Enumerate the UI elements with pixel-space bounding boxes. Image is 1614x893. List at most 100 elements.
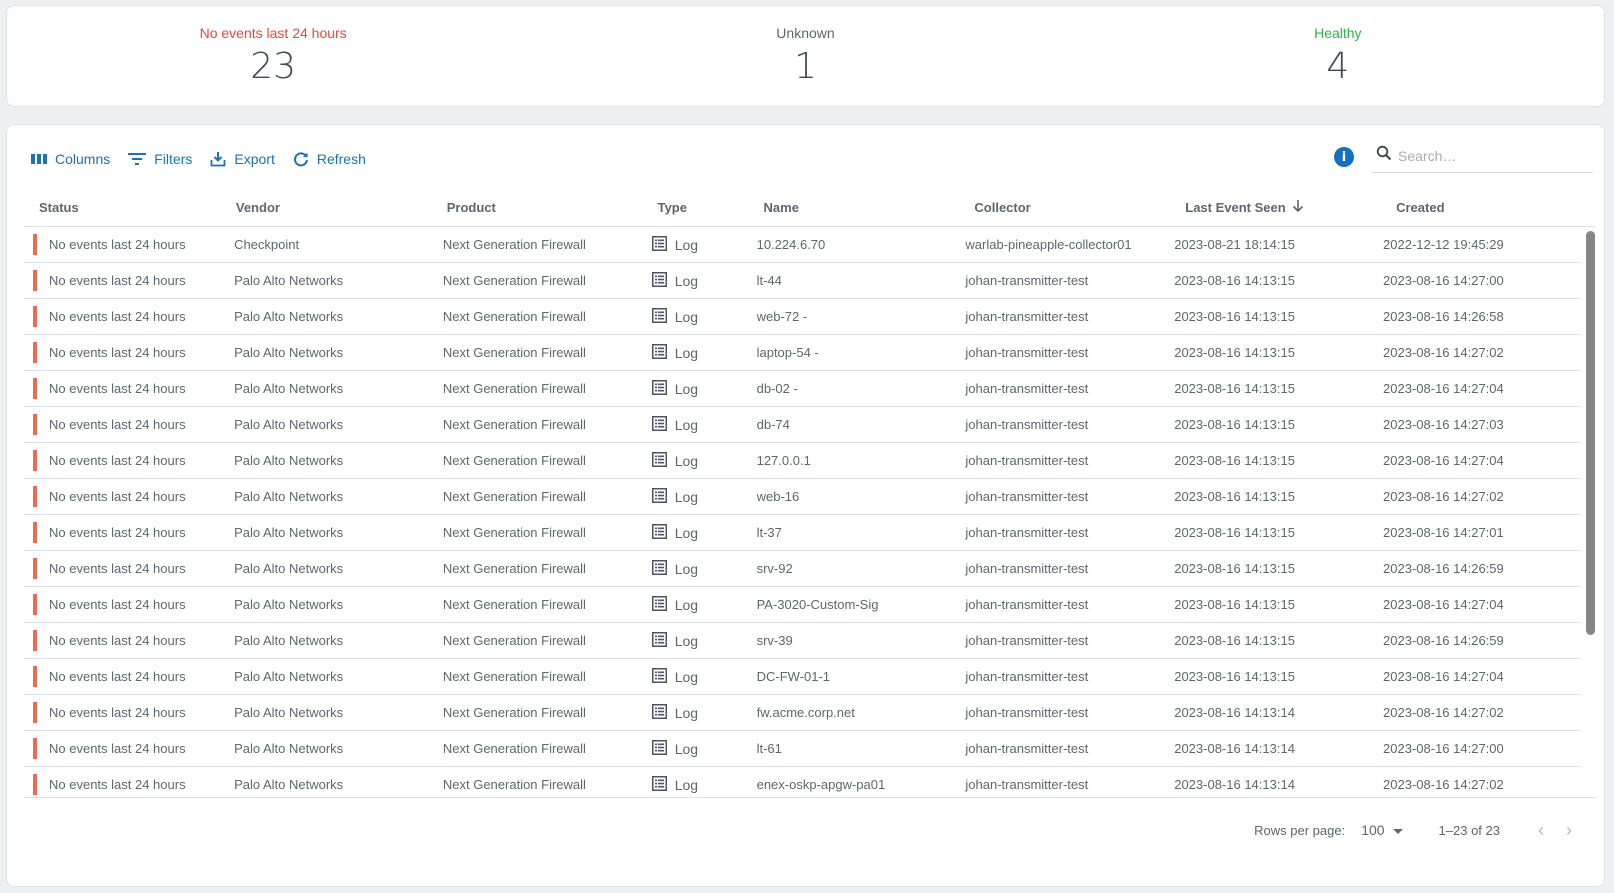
cell-product: Next Generation Firewall	[442, 381, 586, 396]
cell-collector: johan-transmitter-test	[965, 417, 1089, 432]
table-row[interactable]: No events last 24 hours Palo Alto Network…	[24, 479, 1581, 515]
stat-unknown[interactable]: Unknown 1	[539, 6, 1071, 106]
status-indicator	[33, 342, 37, 363]
filters-button[interactable]: Filters	[128, 151, 192, 167]
table-row[interactable]: No events last 24 hours Palo Alto Network…	[24, 407, 1581, 443]
cell-status: No events last 24 hours	[49, 345, 186, 360]
cell-created: 2023-08-16 14:27:04	[1383, 669, 1504, 684]
type-label: Log	[674, 236, 699, 253]
search-field[interactable]	[1372, 139, 1593, 173]
cell-product: Next Generation Firewall	[442, 597, 586, 612]
table-row[interactable]: No events last 24 hours Palo Alto Network…	[24, 515, 1581, 551]
table-row[interactable]: No events last 24 hours Palo Alto Network…	[24, 299, 1581, 335]
table-row[interactable]: No events last 24 hours Palo Alto Network…	[24, 731, 1581, 767]
cell-status: No events last 24 hours	[49, 417, 186, 432]
info-icon[interactable]: i	[1334, 147, 1354, 167]
status-indicator	[33, 306, 37, 327]
refresh-label: Refresh	[316, 151, 366, 167]
type-label: Log	[674, 416, 699, 433]
type-label: Log	[674, 524, 699, 541]
table-row[interactable]: No events last 24 hours Palo Alto Network…	[24, 623, 1581, 659]
type-label: Log	[674, 380, 699, 397]
stat-no-events[interactable]: No events last 24 hours 23	[7, 6, 539, 106]
caret-down-icon	[1392, 822, 1403, 838]
column-header-product[interactable]: Product	[447, 200, 658, 215]
log-icon	[651, 415, 667, 434]
cell-created: 2023-08-16 14:27:04	[1383, 381, 1504, 396]
column-header-status[interactable]: Status	[24, 200, 236, 215]
vertical-scrollbar[interactable]	[1586, 231, 1595, 635]
column-header-label: Status	[39, 200, 79, 215]
previous-page-button[interactable]: ‹	[1538, 820, 1544, 841]
cell-status: No events last 24 hours	[49, 669, 186, 684]
table-row[interactable]: No events last 24 hours Checkpoint Next Ge…	[24, 227, 1581, 263]
cell-collector: johan-transmitter-test	[965, 525, 1089, 540]
cell-status: No events last 24 hours	[49, 237, 186, 252]
table-row[interactable]: No events last 24 hours Palo Alto Network…	[24, 263, 1581, 299]
cell-last-event-seen: 2023-08-16 14:13:15	[1174, 345, 1295, 360]
cell-collector: johan-transmitter-test	[965, 669, 1089, 684]
cell-collector: johan-transmitter-test	[965, 561, 1089, 576]
pagination: Rows per page: 100 1–23 of 23 ‹ ›	[7, 805, 1606, 855]
table-row[interactable]: No events last 24 hours Palo Alto Network…	[24, 335, 1581, 371]
cell-status: No events last 24 hours	[49, 453, 186, 468]
cell-product: Next Generation Firewall	[442, 345, 586, 360]
type-label: Log	[674, 704, 699, 721]
cell-vendor: Palo Alto Networks	[234, 489, 344, 504]
filter-icon	[128, 152, 147, 166]
column-header-last-event-seen[interactable]: Last Event Seen	[1185, 199, 1396, 216]
log-icon	[651, 523, 667, 542]
cell-collector: johan-transmitter-test	[965, 705, 1089, 720]
table-row[interactable]: No events last 24 hours Palo Alto Network…	[24, 767, 1581, 797]
cell-last-event-seen: 2023-08-16 14:13:15	[1174, 561, 1295, 576]
cell-collector: johan-transmitter-test	[965, 597, 1089, 612]
refresh-button[interactable]: Refresh	[293, 151, 366, 167]
cell-last-event-seen: 2023-08-16 14:13:15	[1174, 417, 1295, 432]
column-header-type[interactable]: Type	[658, 200, 764, 215]
table-row[interactable]: No events last 24 hours Palo Alto Network…	[24, 695, 1581, 731]
cell-name: fw.acme.corp.net	[756, 705, 855, 720]
column-header-name[interactable]: Name	[764, 200, 975, 215]
export-button[interactable]: Export	[210, 151, 275, 167]
cell-product: Next Generation Firewall	[442, 777, 586, 792]
columns-button[interactable]: Columns	[31, 151, 110, 167]
sort-descending-icon[interactable]	[1292, 199, 1304, 216]
cell-created: 2023-08-16 14:27:00	[1383, 273, 1504, 288]
cell-collector: johan-transmitter-test	[965, 489, 1089, 504]
table-row[interactable]: No events last 24 hours Palo Alto Network…	[24, 587, 1581, 623]
table-row[interactable]: No events last 24 hours Palo Alto Network…	[24, 371, 1581, 407]
cell-last-event-seen: 2023-08-16 14:13:14	[1174, 741, 1295, 756]
cell-collector: johan-transmitter-test	[965, 309, 1089, 324]
cell-product: Next Generation Firewall	[442, 453, 586, 468]
cell-type: Log	[651, 271, 757, 290]
log-icon	[651, 487, 667, 506]
cell-collector: johan-transmitter-test	[965, 453, 1089, 468]
status-indicator	[33, 450, 37, 471]
column-header-vendor[interactable]: Vendor	[236, 200, 447, 215]
status-indicator	[33, 774, 37, 795]
cell-vendor: Palo Alto Networks	[234, 741, 344, 756]
rows-per-page-select[interactable]: 100	[1361, 822, 1403, 838]
stat-value: 4	[1326, 46, 1350, 87]
table-row[interactable]: No events last 24 hours Palo Alto Network…	[24, 551, 1581, 587]
type-label: Log	[674, 452, 699, 469]
column-header-label: Last Event Seen	[1185, 200, 1286, 215]
stat-healthy[interactable]: Healthy 4	[1072, 6, 1604, 106]
cell-type: Log	[651, 631, 757, 650]
cell-vendor: Palo Alto Networks	[234, 453, 344, 468]
cell-name: db-02 -	[756, 381, 798, 396]
type-label: Log	[674, 740, 699, 757]
cell-product: Next Generation Firewall	[442, 741, 586, 756]
search-input[interactable]	[1398, 147, 1578, 164]
column-header-collector[interactable]: Collector	[974, 200, 1185, 215]
log-icon	[651, 235, 667, 254]
cell-created: 2023-08-16 14:26:58	[1383, 309, 1504, 324]
cell-type: Log	[651, 451, 757, 470]
table-row[interactable]: No events last 24 hours Palo Alto Network…	[24, 443, 1581, 479]
column-header-created[interactable]: Created	[1396, 200, 1596, 215]
grid-toolbar: Columns Filters Export Refresh	[31, 147, 384, 171]
cell-last-event-seen: 2023-08-16 14:13:14	[1174, 777, 1295, 792]
table-row[interactable]: No events last 24 hours Palo Alto Network…	[24, 659, 1581, 695]
cell-created: 2022-12-12 19:45:29	[1383, 237, 1504, 252]
next-page-button[interactable]: ›	[1566, 820, 1572, 841]
